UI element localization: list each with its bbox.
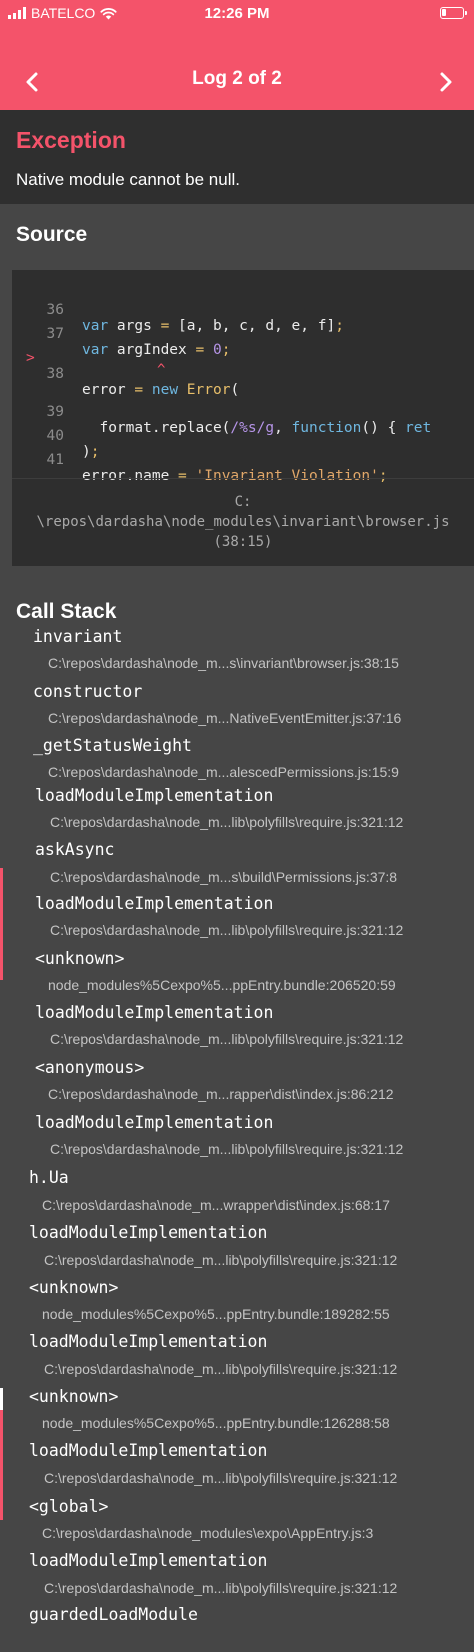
- call-stack-heading: Call Stack: [16, 600, 117, 623]
- status-bar: BATELCO 12:26 PM: [0, 0, 474, 28]
- stack-frame-path[interactable]: C:\repos\dardasha\node_m...NativeEventEm…: [48, 710, 401, 726]
- stack-frame-name[interactable]: loadModuleImplementation: [29, 1332, 267, 1351]
- code-line-highlighted: > 38 error = new Error(: [12, 334, 474, 398]
- stack-frame-name[interactable]: <global>: [29, 1497, 108, 1516]
- stack-frame-name[interactable]: h.Ua: [29, 1168, 69, 1187]
- stack-frame-name[interactable]: loadModuleImplementation: [29, 1551, 267, 1570]
- exception-title: Exception: [16, 127, 126, 153]
- divider: [12, 478, 474, 479]
- log-navigation: Log 2 of 2: [0, 58, 474, 104]
- exception-message: Native module cannot be null.: [16, 170, 240, 189]
- stack-frame-path[interactable]: C:\repos\dardasha\node_m...lib\polyfills…: [44, 1580, 397, 1596]
- next-log-button[interactable]: [430, 66, 462, 98]
- stack-frame-name[interactable]: loadModuleImplementation: [35, 894, 273, 913]
- code-text: error.name = 'Invariant Violation';: [82, 468, 388, 484]
- scroll-edge-indicator: [0, 1388, 3, 1410]
- stack-frame-name[interactable]: askAsync: [35, 840, 114, 859]
- stack-frame-name[interactable]: loadModuleImplementation: [29, 1441, 267, 1460]
- stack-frame-name[interactable]: constructor: [33, 682, 142, 701]
- chevron-right-icon: [440, 72, 452, 92]
- line-number: 38: [46, 366, 64, 382]
- source-code-frame[interactable]: 36 var args = [a, b, c, d, e, f]; 37 var…: [12, 270, 474, 566]
- stack-frame-name[interactable]: loadModuleImplementation: [35, 786, 273, 805]
- stack-frame-path[interactable]: node_modules%5Cexpo%5...ppEntry.bundle:2…: [48, 977, 396, 993]
- code-text: );: [82, 444, 100, 460]
- stack-frame-path[interactable]: C:\repos\dardasha\node_m...alescedPermis…: [48, 764, 399, 780]
- code-text: var args = [a, b, c, d, e, f];: [82, 318, 344, 334]
- code-line: 40 );: [12, 412, 100, 460]
- stack-frame-name[interactable]: <unknown>: [35, 949, 124, 968]
- exception-panel: Exception Native module cannot be null.: [0, 110, 474, 204]
- stack-frame-path[interactable]: C:\repos\dardasha\node_modules\expo\AppE…: [42, 1525, 373, 1541]
- stack-frame-name[interactable]: <unknown>: [29, 1278, 118, 1297]
- error-line-marker: >: [26, 350, 35, 366]
- source-file-path[interactable]: C: \repos\dardasha\node_modules\invarian…: [12, 492, 474, 552]
- scroll-edge-indicator: [0, 868, 3, 980]
- scroll-edge-indicator: [0, 1410, 3, 1520]
- stack-frame-path[interactable]: node_modules%5Cexpo%5...ppEntry.bundle:1…: [42, 1415, 390, 1431]
- stack-frame-path[interactable]: C:\repos\dardasha\node_m...lib\polyfills…: [50, 1031, 403, 1047]
- stack-frame-path[interactable]: C:\repos\dardasha\node_m...lib\polyfills…: [44, 1470, 397, 1486]
- stack-frame-path[interactable]: C:\repos\dardasha\node_m...lib\polyfills…: [50, 922, 403, 938]
- battery-icon: [440, 7, 467, 19]
- stack-frame-name[interactable]: _getStatusWeight: [33, 736, 192, 755]
- error-caret: ^: [157, 362, 166, 378]
- stack-frame-path[interactable]: C:\repos\dardasha\node_m...s\invariant\b…: [48, 655, 399, 671]
- status-time: 12:26 PM: [204, 5, 270, 22]
- stack-frame-name[interactable]: loadModuleImplementation: [29, 1223, 267, 1242]
- stack-frame-path[interactable]: C:\repos\dardasha\node_m...lib\polyfills…: [50, 1141, 403, 1157]
- code-text: format.replace(/%s/g, function() { ret: [82, 420, 432, 436]
- file-path-position: (38:15): [213, 534, 273, 550]
- header-bar: BATELCO 12:26 PM Log 2 of 2: [0, 0, 474, 110]
- stack-frame-name[interactable]: loadModuleImplementation: [35, 1003, 273, 1022]
- stack-frame-name[interactable]: invariant: [33, 627, 122, 646]
- stack-frame-path[interactable]: C:\repos\dardasha\node_m...lib\polyfills…: [44, 1361, 397, 1377]
- line-number: 41: [46, 452, 64, 468]
- stack-frame-path[interactable]: C:\repos\dardasha\node_m...s\build\Permi…: [50, 869, 397, 885]
- code-text: error = new Error(: [82, 382, 240, 398]
- stack-frame-name[interactable]: loadModuleImplementation: [35, 1113, 273, 1132]
- stack-frame-path[interactable]: C:\repos\dardasha\node_m...lib\polyfills…: [44, 1252, 397, 1268]
- stack-frame-name[interactable]: guardedLoadModule: [29, 1605, 198, 1624]
- stack-frame-path[interactable]: C:\repos\dardasha\node_m...lib\polyfills…: [50, 814, 403, 830]
- stack-frame-path[interactable]: C:\repos\dardasha\node_m...wrapper\dist\…: [42, 1197, 390, 1213]
- file-path-drive: C:: [234, 494, 252, 510]
- code-line: 39 format.replace(/%s/g, function() { re…: [12, 388, 432, 436]
- stack-frame-name[interactable]: <anonymous>: [35, 1058, 144, 1077]
- file-path-dir: \repos\dardasha\node_modules\invariant\b…: [36, 514, 450, 530]
- source-heading: Source: [16, 223, 88, 246]
- stack-frame-path[interactable]: C:\repos\dardasha\node_m...rapper\dist\i…: [48, 1086, 394, 1102]
- code-line: 41 error.name = 'Invariant Violation';: [12, 436, 388, 484]
- code-line: 36 var args = [a, b, c, d, e, f];: [12, 286, 344, 334]
- log-counter-title: Log 2 of 2: [192, 68, 282, 89]
- code-line: 37 var argIndex = 0;: [12, 310, 231, 358]
- stack-frame-name[interactable]: <unknown>: [29, 1387, 118, 1406]
- stack-frame-path[interactable]: node_modules%5Cexpo%5...ppEntry.bundle:1…: [42, 1306, 390, 1322]
